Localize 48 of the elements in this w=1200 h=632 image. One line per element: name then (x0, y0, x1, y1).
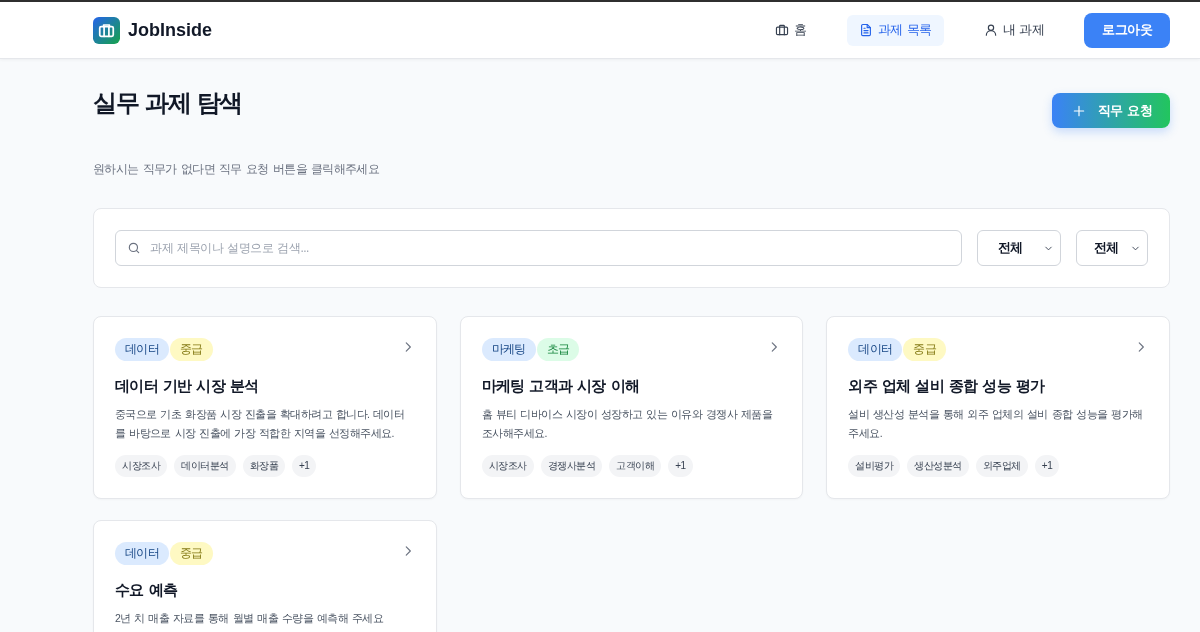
keyword-tag: 생산성분석 (907, 455, 969, 477)
card-description: 홈 뷰티 디바이스 시장이 성장하고 있는 이유와 경쟁사 제품을 조사해주세요. (481, 407, 774, 441)
card-title: 외주 업체 설비 종합 성능 평가 (848, 376, 1046, 396)
category-badge: 데이터 (115, 542, 170, 565)
task-card[interactable]: 데이터 중급 수요 예측 2년 치 매출 자료를 통해 월별 매출 수량을 예측해 주세요 (93, 520, 437, 632)
category-badge: 마케팅 (481, 338, 536, 361)
keyword-tag: 화장품 (242, 455, 285, 477)
keyword-tag: 경쟁사분석 (540, 455, 603, 477)
card-description: 설비 생산성 분석을 통해 외주 업체의 설비 종합 성능을 평가해 주세요. (848, 407, 1144, 441)
nav-link[interactable]: 홈 (763, 14, 819, 46)
card-description: 중국으로 기초 화장품 시장 진출을 확대하려고 합니다. 데이터를 바탕으로 시장 진출에 가장 적합한 지역을 선정해주세요. (115, 407, 406, 441)
task-card[interactable]: 데이터 중급 외주 업체 설비 종합 성능 평가 설비 생산성 분석을 통해 외주 업체의 설비 종합 성능을 평가해 주세요. 설비평가 생산성분석 외주업체 +1 (826, 316, 1170, 499)
plus-icon (1071, 103, 1086, 118)
page-title: 실무 과제 탐색 (93, 88, 243, 118)
level-badge: 중급 (170, 338, 213, 361)
keyword-tag: +1 (1034, 455, 1060, 477)
nav-link[interactable]: 내 과제 (971, 14, 1057, 46)
card-title: 수요 예측 (115, 580, 179, 600)
document-icon (858, 23, 873, 37)
keyword-tag: +1 (292, 455, 317, 477)
filter-dropdown[interactable]: 전체 (1076, 230, 1148, 266)
category-badge: 데이터 (115, 338, 170, 361)
card-title: 데이터 기반 시장 분석 (115, 376, 260, 396)
keyword-tag: 설비평가 (848, 455, 901, 477)
keyword-tag: 데이터분석 (174, 455, 236, 477)
brand-name[interactable]: JobInside (128, 19, 212, 41)
category-badge: 데이터 (848, 338, 903, 361)
filter-dropdown[interactable]: 전체 (977, 230, 1061, 266)
keyword-tag: 시장조사 (115, 455, 167, 477)
keyword-tag: 고객이해 (609, 455, 662, 477)
level-badge: 중급 (170, 542, 213, 565)
card-description: 2년 치 매출 자료를 통해 월별 매출 수량을 예측해 주세요 (115, 611, 385, 626)
level-badge: 중급 (903, 338, 947, 361)
logo-icon (93, 16, 120, 44)
page-subtitle: 원하시는 직무가 없다면 직무 요청 버튼을 클릭해주세요 (93, 162, 381, 177)
user-icon (983, 23, 998, 37)
card-title: 마케팅 고객과 시장 이해 (481, 376, 641, 396)
briefcase-icon (775, 23, 790, 37)
search-field[interactable]: 과제 제목이나 설명으로 검색... (115, 230, 962, 266)
nav-link[interactable]: 과제 목록 (846, 14, 944, 46)
keyword-tag: +1 (668, 455, 693, 477)
keyword-tag: 외주업체 (975, 455, 1028, 477)
task-card[interactable]: 데이터 중급 데이터 기반 시장 분석 중국으로 기초 화장품 시장 진출을 확대하려고 합니다. 데이터를 바탕으로 시장 진출에 가장 적합한 지역을 선정해주세요. 시장조사 데이터분석 화장품 +1 (93, 316, 437, 499)
search-icon (127, 241, 141, 255)
keyword-tag: 시장조사 (481, 455, 534, 477)
level-badge: 초급 (536, 338, 580, 361)
task-card[interactable]: 마케팅 초급 마케팅 고객과 시장 이해 홈 뷰티 디바이스 시장이 성장하고 있는 이유와 경쟁사 제품을 조사해주세요. 시장조사 경쟁사분석 고객이해 +1 (459, 316, 804, 499)
logout-button[interactable]: 로그아웃 (1084, 12, 1170, 48)
